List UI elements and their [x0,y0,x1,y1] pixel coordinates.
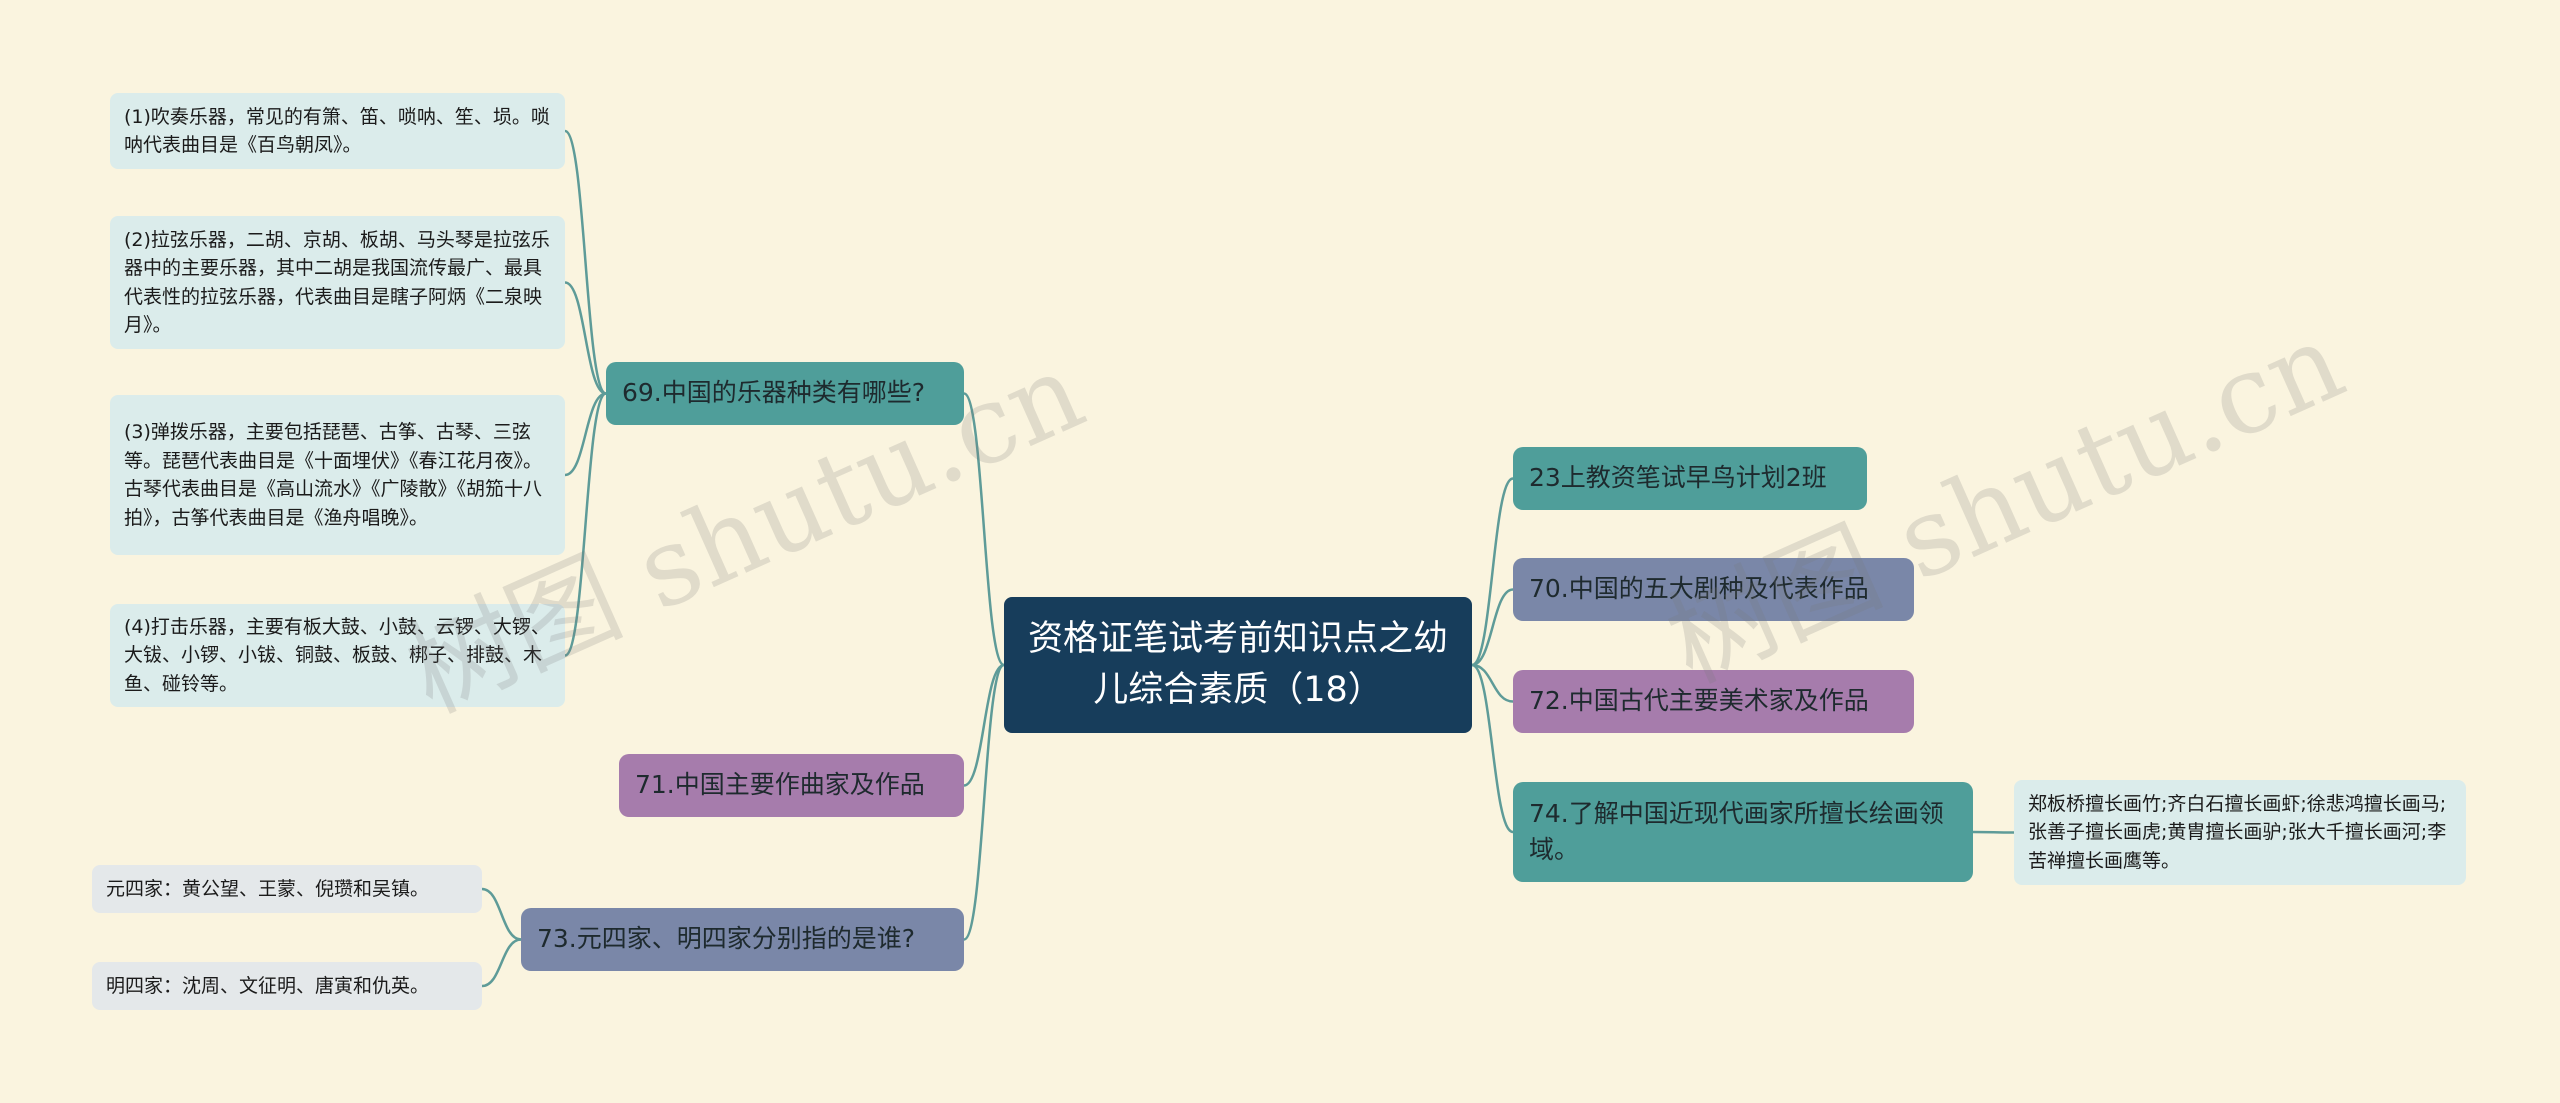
edge-leaf-ming-four-masters [481,938,522,988]
edge-root-branch-composers [963,663,1005,787]
edge-root-branch-five-operas [1471,588,1514,667]
edge-leaf-wind-instruments [564,129,607,395]
edge-root-branch-modern-painters [1471,663,1514,834]
root-label: 资格证笔试考前知识点之幼儿综合素质（18） [1028,619,1449,710]
edge-root-branch-instrument-types [962,392,1006,667]
leaf-percussion-instruments: (4)打击乐器，主要有板大鼓、小鼓、云锣、大锣、大钹、小锣、小钹、铜鼓、板鼓、梆… [110,604,565,707]
leaf-bowed-instruments: (2)拉弦乐器，二胡、京胡、板胡、马头琴是拉弦乐器中的主要乐器，其中二胡是我国流… [110,216,565,349]
mind-map: 资格证笔试考前知识点之幼儿综合素质（18） 69.中国的乐器种类有哪些? 71.… [0,0,2560,1103]
root-node[interactable]: 资格证笔试考前知识点之幼儿综合素质（18） [1004,597,1472,733]
leaf-ming-four-masters: 明四家：沈周、文征明、唐寅和仇英。 [92,962,482,1010]
branch-label: 72.中国古代主要美术家及作品 [1529,686,1869,716]
branch-label: 74.了解中国近现代画家所擅长绘画领域。 [1529,798,1944,864]
branch-early-bird-class[interactable]: 23上教资笔试早鸟计划2班 [1513,447,1867,510]
leaf-wind-instruments: (1)吹奏乐器，常见的有箫、笛、唢呐、笙、埙。唢呐代表曲目是《百鸟朝凤》。 [110,93,565,169]
branch-label: 73.元四家、明四家分别指的是谁? [537,924,916,954]
branch-label: 71.中国主要作曲家及作品 [635,770,925,800]
branch-instrument-types[interactable]: 69.中国的乐器种类有哪些? [606,362,964,425]
leaf-text: 明四家：沈周、文征明、唐寅和仇英。 [106,974,430,997]
branch-label: 70.中国的五大剧种及代表作品 [1529,574,1869,604]
branch-four-masters[interactable]: 73.元四家、明四家分别指的是谁? [521,908,964,971]
leaf-text: 郑板桥擅长画竹;齐白石擅长画虾;徐悲鸿擅长画马;张善子擅长画虎;黄胄擅长画驴;张… [2028,792,2447,872]
edge-root-branch-early-bird-class [1471,477,1514,667]
edge-leaf-bowed-instruments [564,281,607,395]
branch-composers[interactable]: 71.中国主要作曲家及作品 [619,754,964,817]
edge-leaf-painter-specialties [1972,830,2015,834]
leaf-painter-specialties: 郑板桥擅长画竹;齐白石擅长画虾;徐悲鸿擅长画马;张善子擅长画虎;黄胄擅长画驴;张… [2014,780,2466,885]
edge-root-branch-four-masters [962,663,1006,941]
leaf-text: (1)吹奏乐器，常见的有箫、笛、唢呐、笙、埙。唢呐代表曲目是《百鸟朝凤》。 [124,105,550,157]
leaf-plucked-instruments: (3)弹拨乐器，主要包括琵琶、古筝、古琴、三弦等。琵琶代表曲目是《十面埋伏》《春… [110,395,565,555]
leaf-text: 元四家：黄公望、王蒙、倪瓒和吴镇。 [106,877,430,900]
branch-label: 69.中国的乐器种类有哪些? [622,378,926,408]
leaf-text: (2)拉弦乐器，二胡、京胡、板胡、马头琴是拉弦乐器中的主要乐器，其中二胡是我国流… [124,228,550,337]
leaf-yuan-four-masters: 元四家：黄公望、王蒙、倪瓒和吴镇。 [92,865,482,913]
edge-leaf-yuan-four-masters [481,887,522,941]
branch-ancient-artists[interactable]: 72.中国古代主要美术家及作品 [1513,670,1914,733]
branch-label: 23上教资笔试早鸟计划2班 [1529,463,1827,493]
leaf-text: (4)打击乐器，主要有板大鼓、小鼓、云锣、大锣、大钹、小锣、小钹、铜鼓、板鼓、梆… [124,615,550,695]
branch-five-operas[interactable]: 70.中国的五大剧种及代表作品 [1513,558,1914,621]
branch-modern-painters[interactable]: 74.了解中国近现代画家所擅长绘画领域。 [1513,782,1973,882]
leaf-text: (3)弹拨乐器，主要包括琵琶、古筝、古琴、三弦等。琵琶代表曲目是《十面埋伏》《春… [124,421,543,529]
